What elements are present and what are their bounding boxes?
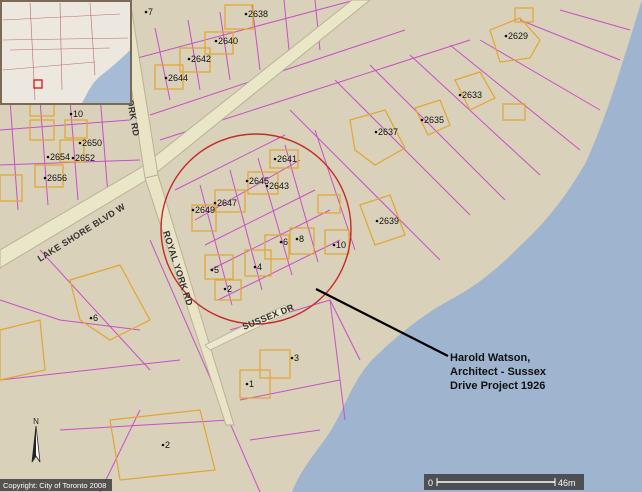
address-label: 2638 (244, 9, 268, 19)
svg-text:2654: 2654 (50, 152, 70, 162)
address-label: 2635 (420, 115, 444, 125)
scale-end: 46m (558, 478, 576, 488)
address-label: 2637 (374, 127, 398, 137)
address-label: 2643 (265, 181, 289, 191)
address-label: 2633 (458, 90, 482, 100)
address-label: 2640 (214, 36, 238, 46)
svg-text:2637: 2637 (378, 127, 398, 137)
svg-text:2652: 2652 (75, 153, 95, 163)
north-label: N (33, 417, 39, 426)
svg-text:2638: 2638 (248, 9, 268, 19)
address-label: 2656 (43, 173, 67, 183)
address-label: 2629 (504, 31, 528, 41)
svg-text:2650: 2650 (82, 138, 102, 148)
callout-line-2: Architect - Sussex (450, 366, 547, 378)
svg-text:2: 2 (227, 284, 232, 294)
address-label: 2642 (187, 54, 211, 64)
address-label: 2647 (213, 198, 237, 208)
svg-text:10: 10 (73, 109, 83, 119)
scale-bar: 0 46m (424, 474, 584, 490)
svg-text:7: 7 (148, 7, 153, 17)
svg-text:5: 5 (214, 265, 219, 275)
address-label: 2649 (191, 205, 215, 215)
svg-text:4: 4 (257, 262, 262, 272)
address-label: 2654 (46, 152, 70, 162)
svg-text:2644: 2644 (168, 73, 188, 83)
scale-start: 0 (428, 478, 433, 488)
svg-text:2635: 2635 (424, 115, 444, 125)
svg-text:2645: 2645 (249, 176, 269, 186)
svg-text:6: 6 (283, 237, 288, 247)
svg-text:3: 3 (294, 353, 299, 363)
svg-text:6: 6 (93, 313, 98, 323)
address-label: 2652 (71, 153, 95, 163)
svg-text:2633: 2633 (462, 90, 482, 100)
address-label: 2644 (164, 73, 188, 83)
svg-text:2: 2 (165, 440, 170, 450)
svg-text:2640: 2640 (218, 36, 238, 46)
svg-text:2643: 2643 (269, 181, 289, 191)
address-label: 2650 (78, 138, 102, 148)
copyright-text: Copyright: City of Toronto 2008 (3, 481, 106, 490)
svg-text:8: 8 (299, 234, 304, 244)
callout-line-1: Harold Watson, (450, 352, 530, 364)
map-canvas[interactable]: LAKE SHORE BLVD W ORK RD ROYAL YORK RD S… (0, 0, 642, 492)
address-label: 2641 (273, 154, 297, 164)
overview-map[interactable] (0, 0, 132, 105)
svg-text:2647: 2647 (217, 198, 237, 208)
map-view[interactable]: LAKE SHORE BLVD W ORK RD ROYAL YORK RD S… (0, 0, 642, 492)
svg-text:2629: 2629 (508, 31, 528, 41)
svg-text:2656: 2656 (47, 173, 67, 183)
svg-text:2639: 2639 (379, 216, 399, 226)
svg-text:2649: 2649 (195, 205, 215, 215)
address-label: 2639 (375, 216, 399, 226)
svg-text:1: 1 (249, 379, 254, 389)
svg-text:10: 10 (336, 240, 346, 250)
svg-text:2642: 2642 (191, 54, 211, 64)
svg-text:2641: 2641 (277, 154, 297, 164)
address-label: 2645 (245, 176, 269, 186)
callout-line-3: Drive Project 1926 (450, 380, 545, 392)
